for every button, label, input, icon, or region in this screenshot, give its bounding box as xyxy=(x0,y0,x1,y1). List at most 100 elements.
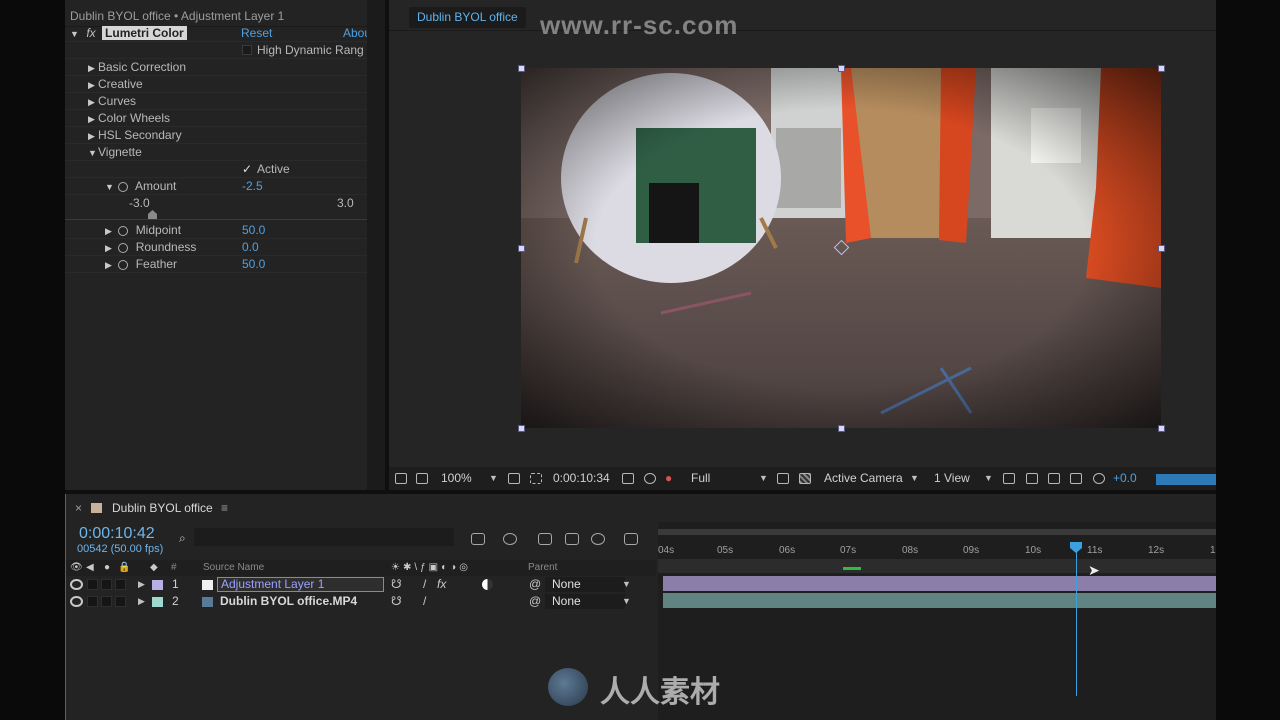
search-input[interactable] xyxy=(194,528,454,546)
layer-row[interactable]: ▶ 2 Dublin BYOL office.MP4 ☋ / @ None ▼ xyxy=(66,593,656,610)
solo-toggle[interactable] xyxy=(101,596,112,607)
toggle-pixel-aspect-icon[interactable] xyxy=(1003,473,1015,484)
fast-preview-icon[interactable] xyxy=(1026,473,1038,484)
section-basic-correction[interactable]: ▶ Basic Correction xyxy=(65,59,367,76)
layer-row[interactable]: ▶ 1 Adjustment Layer 1 ☋ / fx @ None ▼ xyxy=(66,576,656,593)
lock-toggle[interactable] xyxy=(115,596,126,607)
pickwhip-icon[interactable]: @ xyxy=(529,593,541,610)
expand-triangle-icon[interactable]: ▶ xyxy=(105,240,115,257)
draft-3d-icon[interactable] xyxy=(503,533,517,545)
footage-layer-bar[interactable] xyxy=(663,593,1216,608)
chevron-down-icon[interactable]: ▼ xyxy=(984,467,993,490)
section-creative[interactable]: ▶ Creative xyxy=(65,76,367,93)
region-toggle-icon[interactable] xyxy=(395,473,407,484)
stopwatch-icon[interactable] xyxy=(118,242,129,253)
layer-name[interactable]: Dublin BYOL office.MP4 xyxy=(220,593,357,610)
solo-toggle[interactable] xyxy=(101,579,112,590)
current-time-indicator-line[interactable] xyxy=(1076,542,1077,696)
region-of-interest-icon[interactable] xyxy=(777,473,789,484)
fx-icon[interactable]: fx xyxy=(86,26,95,40)
layer-color-label[interactable] xyxy=(152,597,163,607)
video-visibility-icon[interactable]: 👁 xyxy=(70,560,83,576)
expand-triangle-icon[interactable]: ▶ xyxy=(105,257,115,274)
audio-icon[interactable]: ◀ xyxy=(86,560,94,576)
expand-triangle-icon[interactable]: ▶ xyxy=(138,576,145,593)
eye-icon[interactable] xyxy=(70,596,83,607)
chevron-down-icon[interactable]: ▼ xyxy=(759,467,768,490)
parent-header[interactable]: Parent xyxy=(528,560,557,576)
camera-dropdown[interactable]: Active Camera xyxy=(824,467,903,490)
shy-layers-icon[interactable] xyxy=(538,533,552,545)
frame-blending-icon[interactable] xyxy=(565,533,579,545)
amount-slider-track[interactable] xyxy=(65,219,367,220)
transform-handle[interactable] xyxy=(838,425,845,432)
views-dropdown[interactable]: 1 View xyxy=(934,467,970,490)
active-checkbox[interactable]: ✓ xyxy=(242,161,252,178)
zoom-dropdown[interactable]: 100% xyxy=(441,467,472,490)
camera-snapshot-icon[interactable] xyxy=(622,473,634,484)
expand-triangle-icon[interactable]: ▶ xyxy=(88,111,98,128)
grid-icon[interactable] xyxy=(508,473,520,484)
section-vignette[interactable]: ▼Vignette xyxy=(65,144,367,161)
section-hsl-secondary[interactable]: ▶ HSL Secondary xyxy=(65,127,367,144)
pickwhip-icon[interactable]: @ xyxy=(529,576,541,593)
switches-header-icons[interactable]: ☀✱\ƒ▣◐◑◎ xyxy=(391,560,471,576)
shy-switch-icon[interactable]: ☋ xyxy=(391,593,402,610)
resolution-dropdown[interactable]: Full xyxy=(691,467,710,490)
graph-editor-icon[interactable] xyxy=(624,533,638,545)
exposure-value[interactable]: +0.0 xyxy=(1113,467,1137,490)
quality-switch-icon[interactable]: / xyxy=(423,576,426,593)
expand-triangle-icon[interactable]: ▶ xyxy=(105,223,115,240)
audio-toggle[interactable] xyxy=(87,596,98,607)
effect-switch-icon[interactable]: fx xyxy=(437,576,446,593)
lock-icon[interactable]: 🔒 xyxy=(118,560,130,576)
time-ruler[interactable]: 04s 05s 06s 07s 08s 09s 10s 11s 12s 1 xyxy=(658,537,1216,559)
current-time-display[interactable]: 0:00:10:34 xyxy=(553,467,610,490)
adjustment-layer-bar[interactable] xyxy=(663,576,1216,591)
transform-handle[interactable] xyxy=(518,425,525,432)
adjustment-switch-icon[interactable] xyxy=(482,579,493,590)
lumetri-effect-row[interactable]: ▼ fx Lumetri Color Reset Abou xyxy=(65,25,371,43)
feather-value[interactable]: 50.0 xyxy=(242,256,265,273)
composition-tab[interactable]: Dublin BYOL office xyxy=(409,7,526,28)
work-area-bar[interactable] xyxy=(658,529,1216,535)
effect-controls-scrollbar[interactable] xyxy=(367,0,385,490)
transform-handle[interactable] xyxy=(1158,425,1165,432)
chevron-down-icon[interactable]: ▼ xyxy=(622,576,631,593)
transparency-icon[interactable] xyxy=(530,473,542,484)
eye-icon[interactable] xyxy=(70,579,83,590)
timeline-tab[interactable]: Dublin BYOL office xyxy=(112,494,213,522)
layer-name-field[interactable]: Adjustment Layer 1 xyxy=(217,577,384,592)
expand-triangle-icon[interactable]: ▶ xyxy=(88,94,98,111)
transform-handle[interactable] xyxy=(518,65,525,72)
shy-switch-icon[interactable]: ☋ xyxy=(391,576,402,593)
show-snapshot-icon[interactable] xyxy=(644,473,656,484)
roundness-row[interactable]: ▶ Roundness 0.0 xyxy=(65,239,367,256)
expand-triangle-icon[interactable]: ▶ xyxy=(88,128,98,145)
timeline-timecode[interactable]: 0:00:10:42 xyxy=(79,525,155,543)
section-curves[interactable]: ▶ Curves xyxy=(65,93,367,110)
stopwatch-icon[interactable] xyxy=(118,225,129,236)
motion-blur-icon[interactable] xyxy=(591,533,605,545)
quality-switch-icon[interactable]: / xyxy=(423,593,426,610)
close-icon[interactable]: × xyxy=(75,494,82,522)
section-color-wheels[interactable]: ▶ Color Wheels xyxy=(65,110,367,127)
collapse-triangle-icon[interactable]: ▼ xyxy=(70,26,80,43)
transform-handle[interactable] xyxy=(518,245,525,252)
timeline-track-area[interactable]: 04s 05s 06s 07s 08s 09s 10s 11s 12s 1 ➤ xyxy=(658,522,1216,720)
search-icon[interactable]: ⌕ xyxy=(179,531,186,546)
layer-color-label[interactable] xyxy=(152,580,163,590)
midpoint-row[interactable]: ▶ Midpoint 50.0 xyxy=(65,222,367,239)
chevron-down-icon[interactable]: ▼ xyxy=(489,467,498,490)
collapse-triangle-icon[interactable]: ▼ xyxy=(88,145,98,162)
roundness-value[interactable]: 0.0 xyxy=(242,239,259,256)
transform-handle[interactable] xyxy=(1158,245,1165,252)
transform-handle[interactable] xyxy=(838,65,845,72)
amount-value[interactable]: -2.5 xyxy=(242,178,263,195)
source-name-header[interactable]: Source Name xyxy=(203,560,264,576)
comp-mini-flowchart-icon[interactable] xyxy=(471,533,485,545)
timeline-icon[interactable] xyxy=(1048,473,1060,484)
amount-row[interactable]: ▼ Amount -2.5 xyxy=(65,178,367,195)
stopwatch-icon[interactable] xyxy=(118,259,129,270)
stopwatch-icon[interactable] xyxy=(118,181,129,192)
